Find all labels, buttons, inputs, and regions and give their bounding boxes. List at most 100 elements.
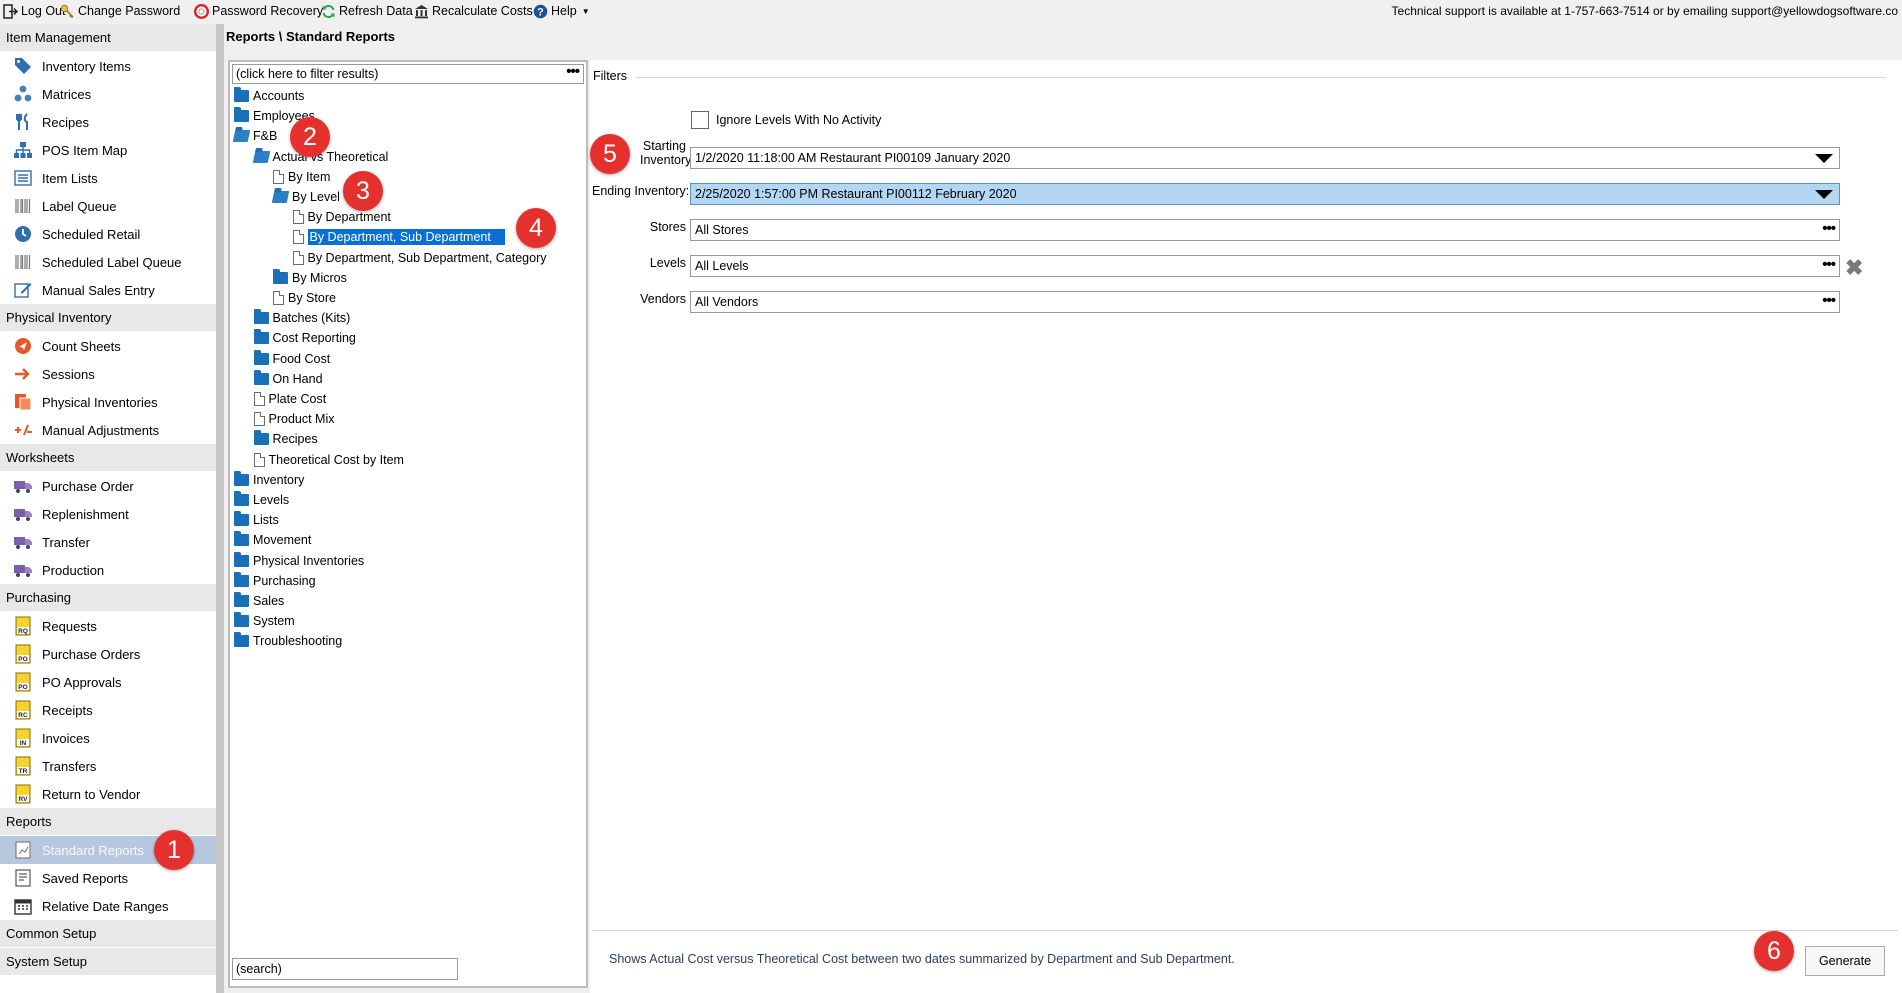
nav-item-production[interactable]: Production [0, 556, 216, 584]
nav-item-scheduled-label-queue[interactable]: Scheduled Label Queue [0, 248, 216, 276]
tree-folder-item[interactable]: Movement [234, 530, 311, 550]
tree-item-label: Purchasing [253, 573, 316, 588]
tree-report-item[interactable]: Theoretical Cost by Item [253, 450, 404, 470]
ignore-levels-checkbox[interactable] [691, 111, 709, 129]
nav-section-worksheets[interactable]: Worksheets [0, 444, 216, 471]
tree-folder-item[interactable]: Cost Reporting [253, 328, 356, 348]
vendors-field[interactable]: All Vendors ••• [690, 291, 1840, 313]
nav-item-count-sheets[interactable]: Count Sheets [0, 332, 216, 360]
tree-folder-item[interactable]: By Level [271, 187, 340, 207]
nav-item-receipts[interactable]: RC Receipts [0, 696, 216, 724]
nav-item-manual-adjustments[interactable]: Manual Adjustments [0, 416, 216, 444]
nav-item-relative-date-ranges[interactable]: Relative Date Ranges [0, 892, 216, 920]
dropdown-arrow-icon[interactable] [1815, 154, 1833, 163]
nav-item-manual-sales-entry[interactable]: Manual Sales Entry [0, 276, 216, 304]
tree-report-item[interactable]: By Store [273, 288, 336, 308]
refresh-icon [321, 4, 336, 19]
tree-item-label: Accounts [253, 89, 305, 103]
nav-item-pos-item-map[interactable]: POS Item Map [0, 136, 216, 164]
nav-item-replenishment[interactable]: Replenishment [0, 500, 216, 528]
tree-folder-item[interactable]: Accounts [234, 86, 304, 106]
tree-folder-item[interactable]: Recipes [253, 429, 318, 449]
nav-item-matrices[interactable]: Matrices [0, 80, 216, 108]
nav-section-purchasing[interactable]: Purchasing [0, 584, 216, 611]
tree-report-item[interactable]: Product Mix [253, 409, 335, 429]
starting-inventory-select[interactable]: 1/2/2020 11:18:00 AM Restaurant PI00109 … [690, 147, 1840, 169]
tree-folder-item[interactable]: Troubleshooting [234, 631, 342, 651]
nav-item-transfers[interactable]: TR Transfers [0, 752, 216, 780]
nav-item-recipes[interactable]: Recipes [0, 108, 216, 136]
filters-title: Filters [593, 69, 628, 83]
nav-scrollbar[interactable] [216, 24, 224, 993]
refresh-data-button[interactable]: Refresh Data [321, 2, 413, 20]
nav-section-reports[interactable]: Reports [0, 808, 216, 835]
nav-item-transfer[interactable]: Transfer [0, 528, 216, 556]
tree-report-item[interactable]: By Department, Sub Department, Category [292, 248, 547, 268]
tree-filter-input[interactable]: (click here to filter results) ••• [232, 64, 584, 84]
tree-folder-item[interactable]: Food Cost [253, 349, 330, 369]
folder-icon [234, 632, 249, 648]
logout-label: Log Out [21, 4, 66, 18]
tree-folder-item[interactable]: Purchasing [234, 571, 316, 591]
nav-item-inventory-items[interactable]: Inventory Items [0, 52, 216, 80]
ending-inventory-select[interactable]: 2/25/2020 1:57:00 PM Restaurant PI00112 … [690, 183, 1840, 205]
nav-item-return-to-vendor[interactable]: RV Return to Vendor [0, 780, 216, 808]
tree-folder-item[interactable]: F&B [232, 126, 278, 146]
dropdown-arrow-icon[interactable] [1815, 190, 1833, 199]
ellipsis-icon[interactable]: ••• [1822, 257, 1836, 272]
tree-search-input[interactable]: (search) [232, 958, 458, 980]
nav-item-invoices[interactable]: IN Invoices [0, 724, 216, 752]
nav-item-label: Purchase Orders [42, 646, 141, 662]
nav-section-item-management[interactable]: Item Management [0, 24, 216, 51]
levels-field[interactable]: All Levels ••• [690, 255, 1840, 277]
nav-item-purchase-order[interactable]: Purchase Order [0, 472, 216, 500]
stores-field[interactable]: All Stores ••• [690, 219, 1840, 241]
tree-item-label: F&B [253, 129, 278, 144]
nav-item-label: Item Lists [42, 170, 98, 186]
folder-open-icon [271, 191, 290, 203]
nav-item-scheduled-retail[interactable]: Scheduled Retail [0, 220, 216, 248]
ellipsis-icon[interactable]: ••• [1822, 221, 1836, 236]
tree-folder-item[interactable]: Inventory [234, 470, 304, 490]
tree-folder-item[interactable]: On Hand [253, 369, 323, 389]
nav-item-requests[interactable]: RQ Requests [0, 612, 216, 640]
document-icon [253, 392, 265, 406]
change-password-button[interactable]: Change Password [60, 2, 180, 20]
ellipsis-icon[interactable]: ••• [566, 64, 580, 79]
password-recovery-button[interactable]: Password Recovery [194, 2, 323, 20]
nav-item-item-lists[interactable]: Item Lists [0, 164, 216, 192]
truck-icon [12, 531, 34, 553]
tree-folder-item[interactable]: Physical Inventories [234, 551, 364, 571]
tree-folder-item[interactable]: Lists [234, 510, 279, 530]
tree-item-label: Cost Reporting [272, 331, 356, 346]
nav-item-po-approvals[interactable]: PO PO Approvals [0, 668, 216, 696]
ellipsis-icon[interactable]: ••• [1822, 293, 1836, 308]
tree-folder-item[interactable]: System [234, 611, 295, 631]
starting-inventory-label: Starting Inventory: [640, 139, 695, 167]
help-menu-button[interactable]: ? Help ▼ [533, 2, 590, 20]
nav-section-system-setup[interactable]: System Setup [0, 948, 216, 975]
clear-levels-icon[interactable]: ✖ [1845, 257, 1863, 279]
tree-item-label: Batches (Kits) [272, 311, 351, 326]
tree-folder-item[interactable]: Batches (Kits) [253, 308, 351, 328]
nav-item-physical-inventories[interactable]: Physical Inventories [0, 388, 216, 416]
generate-button[interactable]: Generate [1805, 946, 1885, 976]
tree-folder-item[interactable]: Levels [234, 490, 289, 510]
logout-button[interactable]: Log Out [3, 2, 65, 20]
nav-item-sessions[interactable]: Sessions [0, 360, 216, 388]
nav-item-saved-reports[interactable]: Saved Reports [0, 864, 216, 892]
tree-report-item[interactable]: Plate Cost [253, 389, 326, 409]
nav-item-purchase-orders[interactable]: PO Purchase Orders [0, 640, 216, 668]
nav-section-physical-inventory[interactable]: Physical Inventory [0, 304, 216, 331]
tree-folder-item[interactable]: Sales [234, 591, 284, 611]
chevron-down-icon: ▼ [581, 6, 590, 16]
tree-report-item[interactable]: By Item [273, 167, 330, 187]
report-description: Shows Actual Cost versus Theoretical Cos… [609, 952, 1235, 966]
tree-report-item[interactable]: By Department [292, 207, 391, 227]
tree-report-item[interactable]: By Department, Sub Department [292, 227, 505, 247]
tree-item-label: By Department, Sub Department, Category [307, 250, 547, 265]
nav-item-label-queue[interactable]: Label Queue [0, 192, 216, 220]
tree-folder-item[interactable]: By Micros [273, 268, 347, 288]
nav-section-common-setup[interactable]: Common Setup [0, 920, 216, 947]
recalculate-costs-button[interactable]: Recalculate Costs [414, 2, 533, 20]
